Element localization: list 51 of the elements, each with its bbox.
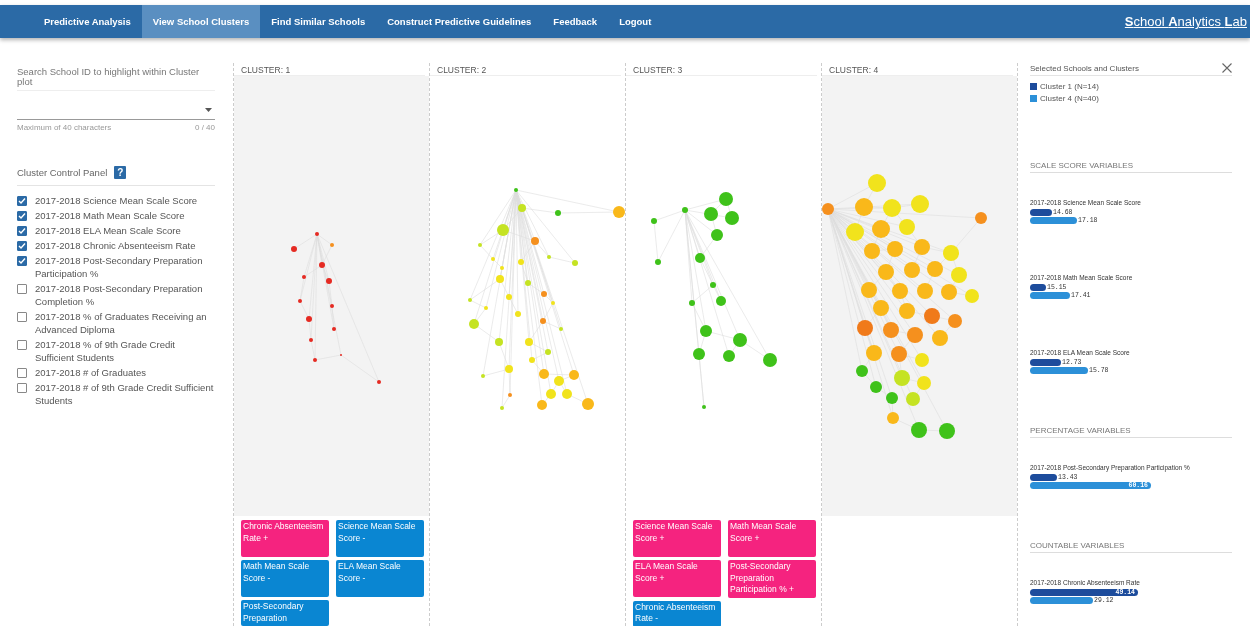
legend-label: Cluster 1 (N=14) [1040, 82, 1099, 91]
variable-label: 2017-2018 % of 9th Grade Credit Sufficient Students [35, 338, 176, 364]
variable-label: 2017-2018 Post-Secondary Preparation Participation % [35, 254, 204, 280]
checkbox[interactable] [17, 256, 27, 266]
section-heading: SCALE SCORE VARIABLES [1030, 161, 1232, 173]
nav-tab[interactable]: Logout [608, 5, 663, 38]
variable-label: 2017-2018 Science Mean Scale Score [35, 194, 198, 207]
checkbox[interactable] [17, 340, 27, 350]
nav-tab[interactable]: Construct Predictive Guidelines [376, 5, 543, 38]
variable-tag: Post-Secondary Preparation Participation % + [728, 560, 816, 598]
close-icon[interactable] [1222, 63, 1232, 73]
search-label: Search School ID to highlight within Cluster plot [17, 67, 215, 91]
caret-icon [205, 107, 212, 112]
variable-label: 2017-2018 Post-Secondary Preparation Completion % [35, 282, 204, 308]
nav-tab[interactable]: Feedback [542, 5, 609, 38]
section-heading: PERCENTAGE VARIABLES [1030, 426, 1232, 438]
nav-tab[interactable]: Predictive Analysis [33, 5, 142, 38]
variable-tag: Post-Secondary Preparation [241, 600, 329, 626]
variable-label: 2017-2018 % of Graduates Receiving an Advanced Diploma [35, 310, 208, 336]
variable-label: 2017-2018 Chronic Absenteeism Rate [35, 239, 196, 252]
variable-label: 2017-2018 # of 9th Grade Credit Sufficient Students [35, 381, 215, 407]
section-heading: COUNTABLE VARIABLES [1030, 541, 1232, 553]
help-button[interactable]: ? [114, 166, 127, 179]
checkbox[interactable] [17, 368, 27, 378]
nav-tab[interactable]: Find Similar Schools [260, 5, 377, 38]
field-hint: Maximum of 40 characters [17, 123, 112, 132]
variable-tag: Chronic Absenteeism Rate - [633, 600, 721, 626]
variable-label: 2017-2018 ELA Mean Scale Score [35, 224, 181, 237]
checkbox[interactable] [17, 312, 27, 322]
checkbox[interactable] [17, 196, 27, 206]
cluster-plot[interactable] [822, 76, 1017, 516]
checkbox[interactable] [17, 383, 27, 393]
variable-tag: ELA Mean Scale Score + [633, 560, 721, 597]
checkbox[interactable] [17, 241, 27, 251]
checkbox[interactable] [17, 226, 27, 236]
variable-tag: Science Mean Scale Score + [633, 520, 721, 557]
legend-label: Cluster 4 (N=40) [1040, 94, 1099, 103]
variable-tag: Math Mean Scale Score - [241, 560, 329, 597]
variable-tag: Science Mean Scale Score - [336, 520, 424, 557]
variable-tag: Chronic Absenteeism Rate + [241, 520, 329, 557]
variable-label: 2017-2018 # of Graduates [35, 366, 146, 379]
variable-tag: ELA Mean Scale Score - [336, 560, 424, 597]
variable-tag: Math Mean Scale Score + [728, 520, 816, 557]
logo-link[interactable]: School Analytics Lab [1124, 5, 1247, 38]
checkbox[interactable] [17, 211, 27, 221]
panel-title: Cluster Control Panel [17, 167, 108, 178]
checkbox[interactable] [17, 284, 27, 294]
nav-tab[interactable]: View School Clusters [141, 5, 261, 38]
panel-title: Selected Schools and Clusters [1030, 63, 1139, 73]
character-counter: 0 / 40 [195, 123, 215, 132]
variable-label: 2017-2018 Math Mean Scale Score [35, 209, 185, 222]
